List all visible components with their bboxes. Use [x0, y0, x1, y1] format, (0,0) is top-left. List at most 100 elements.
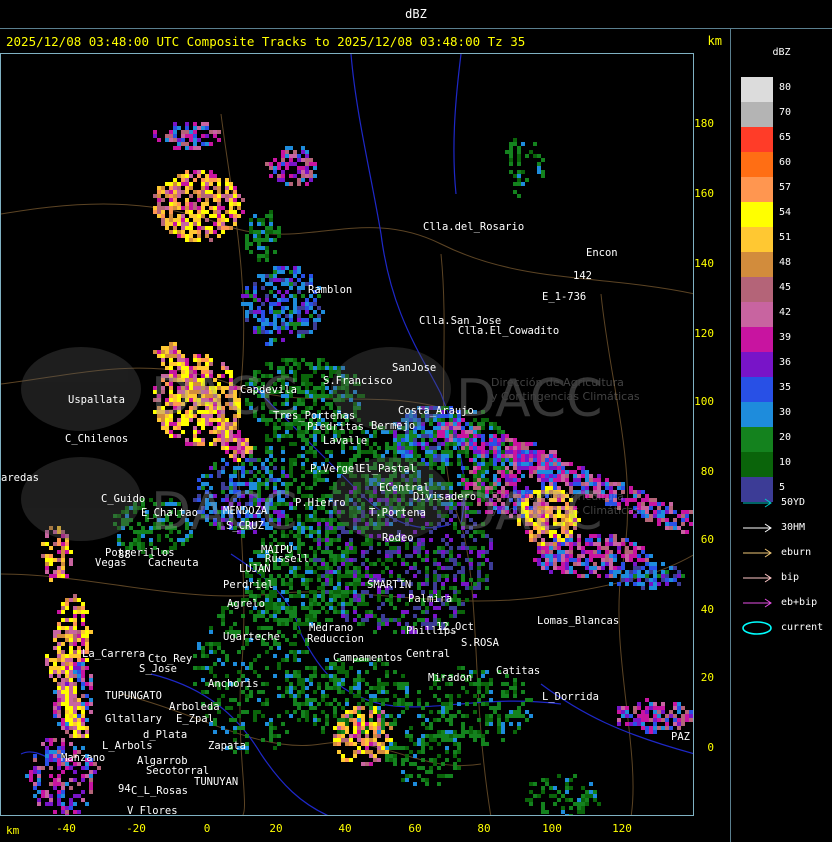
x-tick-label: 120	[612, 822, 632, 835]
x-tick-label: 80	[477, 822, 491, 835]
place-label: Perdriel	[223, 579, 274, 591]
place-label: Clla.del_Rosario	[423, 221, 524, 233]
place-label: SMARTIN	[367, 579, 411, 591]
legend-level-label: 65	[779, 132, 792, 143]
x-tick-label: -40	[56, 822, 76, 835]
x-tick-label: 60	[408, 822, 422, 835]
legend-level-label: 20	[779, 432, 792, 443]
legend-swatch	[741, 427, 773, 452]
y-axis: 180 160 140 120 100 80 60 40 20 0	[694, 53, 730, 816]
radar-map-canvas: DACC DACCDACC DACCDirección de Agricultura…	[1, 54, 693, 816]
watermark-logo-icon	[21, 347, 141, 431]
x-tick-label: -20	[126, 822, 146, 835]
place-label: 142	[573, 270, 592, 282]
legend-swatch	[741, 302, 773, 327]
place-label: Tres_Porteñas	[273, 410, 355, 422]
legend-level-label: 70	[779, 107, 792, 118]
place-label: Central	[406, 648, 450, 660]
place-label: Costa_Araujo	[398, 405, 474, 417]
track-legend-label: 50YD	[781, 497, 806, 508]
place-label: P.Hierro	[295, 497, 346, 509]
legend-panel: dBZ 80 70 65 60 57 54 51 48 45 42 39 36 35 30 20 10 5 50Y…	[731, 29, 832, 842]
watermark-subtitle: y Contingencias Climáticas	[491, 390, 640, 403]
arrow-icon	[743, 548, 772, 558]
arrow-icon	[743, 523, 772, 533]
legend-swatch	[741, 377, 773, 402]
track-legend-item: 50YD	[741, 496, 831, 510]
legend-level-label: 39	[779, 332, 792, 343]
legend-swatch	[741, 227, 773, 252]
legend-level-label: 42	[779, 307, 792, 318]
track-legend-item: eb+bip	[741, 596, 831, 610]
place-label: Capdevila	[240, 384, 297, 396]
track-legend-item: 30HM	[741, 521, 831, 535]
place-label: Rodeo	[382, 532, 414, 544]
legend-level-label: 30	[779, 407, 792, 418]
place-label: Agrelo	[227, 598, 265, 610]
place-label: S.ROSA	[461, 637, 500, 649]
y-tick-label: 140	[694, 257, 714, 270]
place-label: Arboleda	[169, 701, 220, 713]
place-label: E_Chaltao	[141, 507, 198, 519]
product-title: 2025/12/08 03:48:00 UTC Composite Tracks…	[6, 34, 526, 49]
place-label: PAZ	[671, 731, 690, 743]
legend-swatch	[741, 352, 773, 377]
place-label: La_Carrera	[82, 648, 145, 660]
place-label: Ugarteche	[223, 631, 280, 643]
place-label: Piedritas	[307, 421, 364, 433]
place-label: Lomas_Blancas	[537, 615, 619, 627]
place-label: Manzano	[61, 752, 105, 764]
place-label: SanJose	[392, 362, 436, 374]
ellipse-icon	[742, 621, 772, 635]
legend-level-label: 5	[779, 482, 786, 493]
place-label: El_Pastal	[359, 463, 416, 475]
place-label: Zapata	[208, 740, 246, 752]
place-label: MENDOZA	[223, 505, 268, 517]
watermark-subtitle: y Contingencias Climáticas	[491, 504, 640, 517]
y-tick-label: 0	[707, 741, 714, 754]
place-label: Palmira	[408, 593, 452, 605]
place-label: Lavalle	[323, 435, 367, 447]
place-label: Ramblon	[308, 284, 352, 296]
track-legend-label: current	[781, 622, 824, 633]
place-label: C_L_Rosas	[131, 785, 188, 797]
watermark-subtitle: Dirección de Agricultura	[491, 490, 624, 503]
place-label: Anchoris	[208, 678, 259, 690]
legend-swatch	[741, 452, 773, 477]
place-label: E_Zpal	[176, 713, 214, 725]
legend-swatch	[741, 277, 773, 302]
legend-level-label: 10	[779, 457, 792, 468]
track-legend-item: current	[741, 621, 831, 635]
x-tick-label: 40	[338, 822, 352, 835]
place-label: T.Portena	[369, 507, 426, 519]
arrow-icon	[743, 598, 772, 608]
watermark-subtitle: Dirección de Agricultura	[491, 376, 624, 389]
legend-level-label: 80	[779, 82, 792, 93]
place-label: 94	[118, 783, 131, 795]
legend-level-label: 36	[779, 357, 792, 368]
track-legend-item: bip	[741, 571, 831, 585]
track-legend-label: eburn	[781, 547, 812, 558]
track-legend-label: eb+bip	[781, 597, 818, 608]
place-label: P.Vergel	[310, 463, 361, 475]
map-header: 2025/12/08 03:48:00 UTC Composite Tracks…	[0, 29, 730, 53]
arrow-icon	[743, 573, 772, 583]
x-tick-label: 0	[203, 822, 211, 835]
legend-swatch	[741, 77, 773, 102]
place-label: Divisadero	[413, 491, 476, 503]
legend-unit: dBZ	[772, 47, 791, 58]
window-title: dBZ	[405, 7, 427, 21]
radar-map[interactable]: DACC DACC DACC DACC Dirección de Agricultura…	[0, 53, 694, 816]
legend-level-label: 48	[779, 257, 792, 268]
window-titlebar: dBZ	[0, 0, 832, 29]
place-label: V_Flores	[127, 805, 178, 816]
place-label: TUPUNGATO	[105, 690, 162, 702]
place-label: Campamentos	[333, 652, 403, 664]
legend-level-label: 60	[779, 157, 792, 168]
place-label: 12_Oct	[436, 621, 474, 633]
legend-swatch	[741, 252, 773, 277]
legend-level-label: 57	[779, 182, 792, 193]
y-tick-label: 100	[694, 395, 714, 408]
legend-swatch	[741, 102, 773, 127]
place-label: L_Arbols	[102, 740, 153, 752]
